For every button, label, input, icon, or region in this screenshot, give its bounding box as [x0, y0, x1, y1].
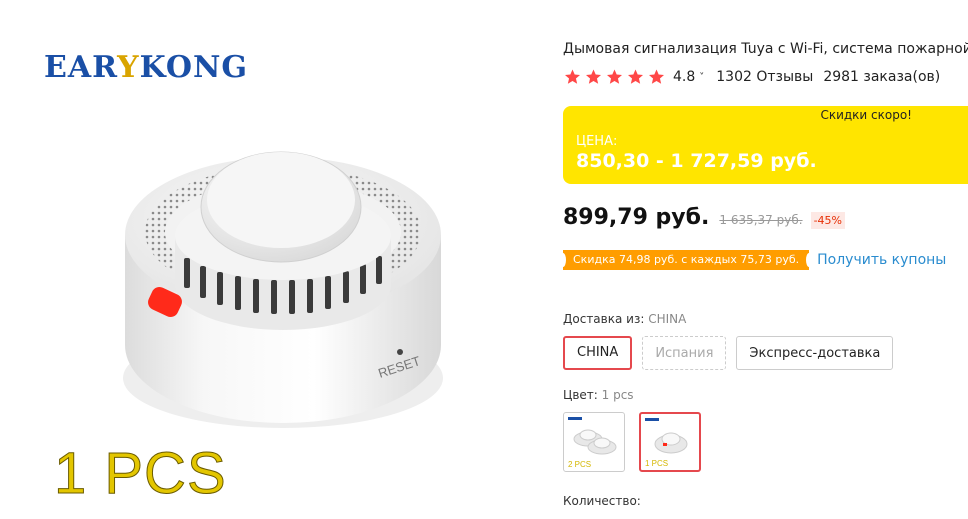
shipping-value: CHINA: [648, 312, 687, 326]
quantity-badge: 1 PCS: [54, 441, 227, 507]
swatch-text: 1 PCS: [645, 459, 669, 468]
swatch-2pcs[interactable]: 2 PCS: [563, 412, 625, 472]
star-icon: [565, 69, 580, 84]
star-icon: [607, 69, 622, 84]
ship-option-spain[interactable]: Испания: [642, 336, 727, 370]
current-price: 899,79 руб.: [563, 205, 710, 230]
price-range: 850,30 - 1 727,59 руб.: [576, 150, 817, 172]
discount-soon-label: Скидки скоро!: [820, 108, 912, 122]
price-banner: Скидки скоро! ЦЕНА: 850,30 - 1 727,59 ру…: [563, 106, 968, 184]
price-label: ЦЕНА:: [576, 134, 618, 149]
color-label: Цвет: 1 pcs: [563, 388, 634, 402]
rating-stars: [563, 68, 666, 86]
shipping-label: Доставка из: CHINA: [563, 312, 687, 326]
product-image[interactable]: EARYKONG RESET 1 PCS: [0, 0, 545, 519]
ship-option-china[interactable]: CHINA: [563, 336, 633, 370]
get-coupons-link[interactable]: Получить купоны: [817, 252, 946, 268]
orders-count: 2981 заказа(ов): [823, 69, 941, 85]
coupon-tag: Скидка 74,98 руб. с каждых 75,73 руб.: [559, 250, 813, 270]
shipping-options: CHINA Испания Экспресс-доставка: [563, 336, 894, 370]
chevron-down-icon[interactable]: ˅: [699, 72, 704, 83]
swatch-1pcs[interactable]: 1 PCS: [639, 412, 701, 472]
star-icon: [586, 69, 601, 84]
ship-option-express[interactable]: Экспресс-доставка: [736, 336, 894, 370]
star-icon: [649, 69, 664, 84]
star-icon: [628, 69, 643, 84]
reviews-link[interactable]: 1302 Отзывы: [716, 69, 813, 85]
quantity-label: Количество:: [563, 494, 641, 508]
product-title: Дымовая сигнализация Tuya с Wi-Fi, систе…: [563, 41, 968, 57]
color-value: 1 pcs: [601, 388, 634, 402]
discount-badge: -45%: [810, 212, 845, 229]
coupon-row: Скидка 74,98 руб. с каждых 75,73 руб. По…: [559, 250, 946, 270]
rating-value[interactable]: 4.8: [673, 69, 695, 85]
rating-row: 4.8 ˅ 1302 Отзывы 2981 заказа(ов): [563, 68, 940, 86]
price-row: 899,79 руб. 1 635,37 руб. -45%: [563, 205, 845, 230]
old-price: 1 635,37 руб.: [719, 213, 803, 227]
swatch-text: 2 PCS: [568, 460, 592, 469]
color-swatches: 2 PCS 1 PCS: [563, 412, 701, 472]
